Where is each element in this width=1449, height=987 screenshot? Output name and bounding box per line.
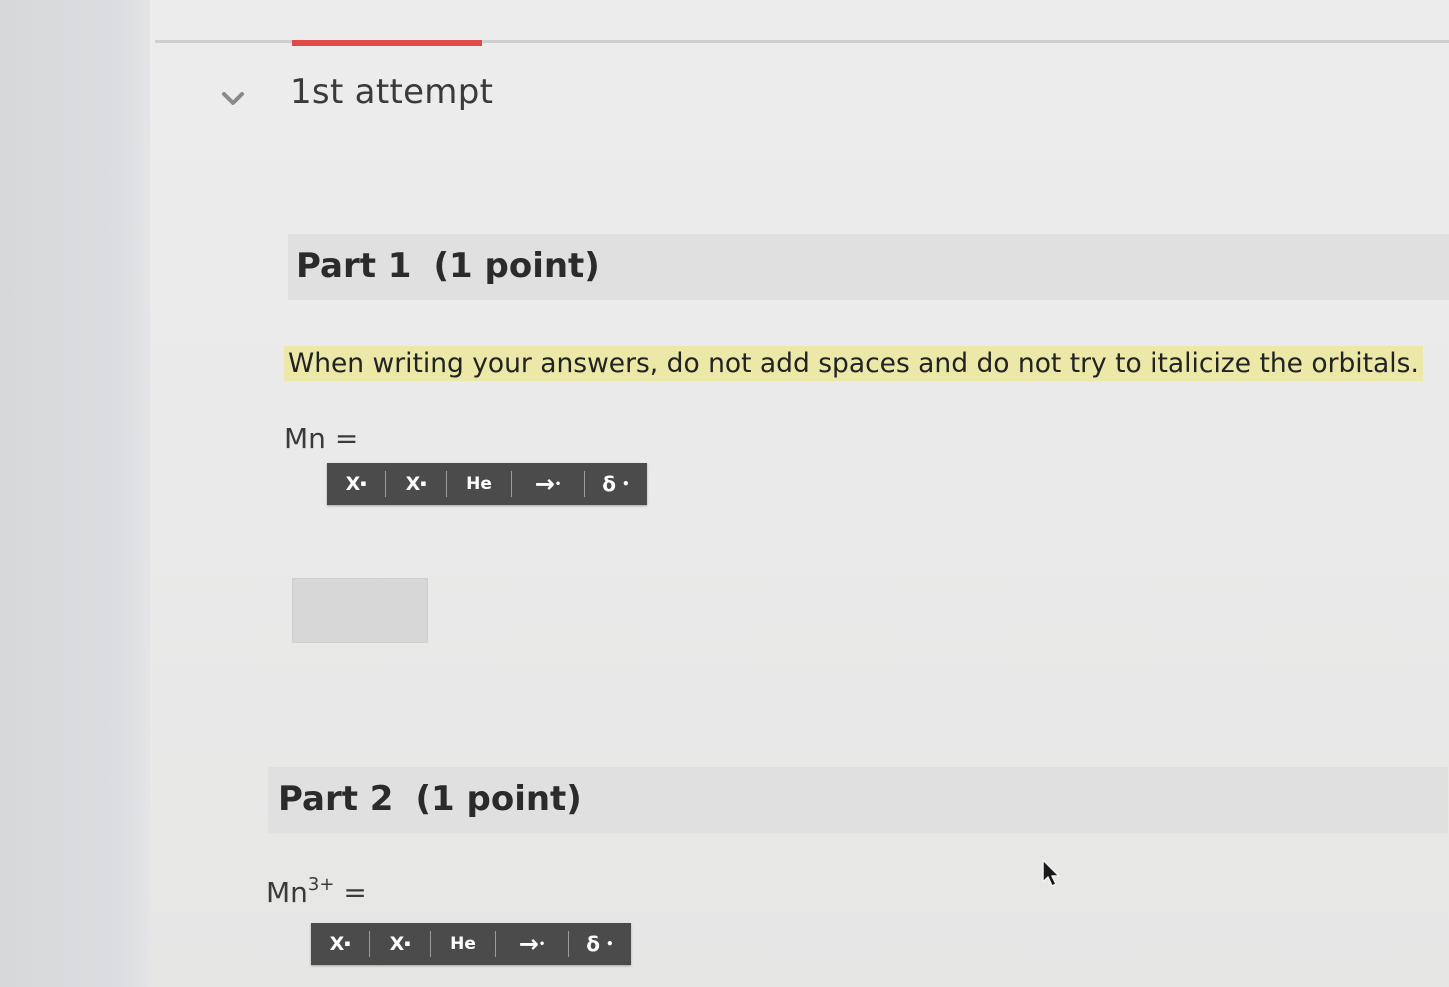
element-button[interactable]: He [447,463,511,505]
delta-button[interactable]: δ • [585,463,647,505]
part-2-formula-charge: 3+ [307,874,335,895]
superscript-marker: ▪ [344,939,351,949]
part-1-points: (1 point) [433,246,600,286]
part-2-editor-toolbar: X ▪ X ▪ He → • δ • [311,923,631,965]
delta-label: δ [602,472,617,496]
part-2-title: Part 2 (1 point) [278,779,582,819]
superscript-button[interactable]: X ▪ [311,923,369,965]
delta-marker: • [622,477,630,491]
active-tab-indicator [292,40,482,46]
mouse-pointer-icon [1042,859,1060,887]
part-2-formula: Mn3+ = [266,874,367,909]
arrow-marker: • [554,478,562,490]
arrow-marker: • [538,938,546,950]
part-1-formula-equals: = [334,422,359,455]
superscript-marker: ▪ [360,479,367,489]
element-label: He [466,474,492,494]
arrow-label: → [518,930,539,958]
arrow-label: → [534,470,555,498]
part-1-formula: Mn = [284,420,358,455]
superscript-button[interactable]: X ▪ [327,463,385,505]
attempt-title: 1st attempt [290,72,494,112]
instructions-text: When writing your answers, do not add sp… [284,346,1423,381]
subscript-marker: ▪ [420,479,427,489]
chevron-down-icon[interactable] [218,86,248,110]
subscript-marker: ▪ [404,939,411,949]
part-2-formula-base: Mn [266,876,308,909]
subscript-label: X [405,473,421,495]
delta-label: δ [586,932,601,956]
part-1-title: Part 1 (1 point) [296,246,600,286]
part-2-header: Part 2 (1 point) [268,767,1448,833]
part-1-answer-input[interactable] [292,578,428,643]
part-1-editor-toolbar: X ▪ X ▪ He → • δ • [327,463,647,505]
subscript-label: X [389,933,405,955]
superscript-label: X [329,933,345,955]
part-1-formula-base: Mn [284,422,326,455]
part-2-label: Part 2 [278,779,394,819]
delta-marker: • [606,937,614,951]
part-1-header: Part 1 (1 point) [288,234,1449,300]
delta-button[interactable]: δ • [569,923,631,965]
part-2-points: (1 point) [415,779,582,819]
subscript-button[interactable]: X ▪ [370,923,430,965]
reaction-arrow-button[interactable]: → • [512,463,584,505]
superscript-label: X [345,473,361,495]
element-label: He [450,934,476,954]
element-button[interactable]: He [431,923,495,965]
part-2-formula-equals: = [343,876,367,909]
part-1-label: Part 1 [296,246,412,286]
reaction-arrow-button[interactable]: → • [496,923,568,965]
subscript-button[interactable]: X ▪ [386,463,446,505]
